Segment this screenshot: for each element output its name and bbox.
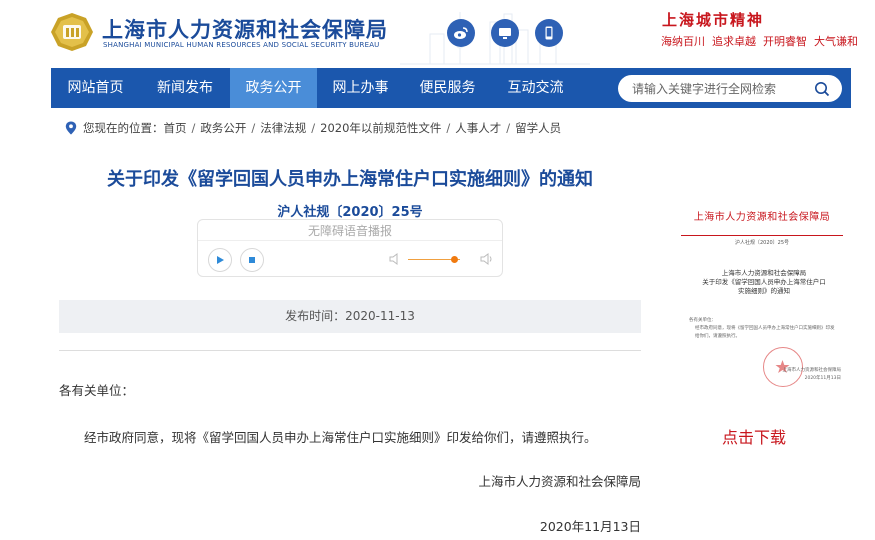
weibo-icon (454, 27, 468, 39)
spirit-phrase: 大气谦和 (814, 35, 858, 48)
nav-item-home[interactable]: 网站首页 (51, 68, 140, 108)
document-thumbnail[interactable]: 上海市人力资源和社会保障局 沪人社规〔2020〕25号 上海市人力资源和社会保障… (681, 197, 843, 415)
spirit-phrase: 开明睿智 (763, 35, 807, 48)
mobile-icon (545, 26, 553, 40)
main-nav: 网站首页 新闻发布 政务公开 网上办事 便民服务 互动交流 (51, 68, 851, 108)
thumbnail-red-line (681, 235, 843, 236)
audio-divider (198, 240, 502, 241)
search-icon[interactable] (814, 81, 830, 97)
city-spirit-phrases: 海纳百川 追求卓越 开明睿智 大气谦和 (661, 33, 865, 49)
audio-player: 无障碍语音播报 (197, 219, 503, 277)
volume-high-icon[interactable] (480, 252, 494, 266)
thumbnail-title: 上海市人力资源和社会保障局 关于印发《留学回国人员申办上海常住户口 实施细则》的… (699, 269, 829, 296)
desktop-icon (499, 28, 511, 39)
nav-item-online-services[interactable]: 网上办事 (317, 68, 404, 108)
article-title: 关于印发《留学回国人员申办上海常住户口实施细则》的通知 (107, 169, 593, 190)
audio-player-label: 无障碍语音播报 (307, 224, 392, 238)
nav-item-interaction[interactable]: 互动交流 (491, 68, 580, 108)
stop-button[interactable] (240, 248, 264, 272)
site-header: 上海市人力资源和社会保障局 SHANGHAI MUNICIPAL HUMAN R… (0, 0, 875, 68)
mobile-button[interactable] (535, 19, 563, 47)
salutation: 各有关单位： (59, 383, 135, 398)
bureau-emblem-icon[interactable] (50, 12, 94, 52)
spirit-phrase: 追求卓越 (712, 35, 756, 48)
site-title-en: SHANGHAI MUNICIPAL HUMAN RESOURCES AND S… (103, 41, 380, 49)
nav-item-news[interactable]: 新闻发布 (140, 68, 230, 108)
divider (59, 350, 641, 351)
play-button[interactable] (208, 248, 232, 272)
desktop-button[interactable] (491, 19, 519, 47)
thumbnail-letterhead: 上海市人力资源和社会保障局 (693, 212, 831, 223)
signature: 上海市人力资源和社会保障局 (478, 474, 641, 489)
thumbnail-body: 经市政府同意，现将《留学回国人员申办上海常住户口实施细则》印发给你们，请遵照执行… (695, 326, 835, 339)
spirit-phrase: 海纳百川 (661, 35, 705, 48)
breadcrumb-link[interactable]: 2020年以前规范性文件 (320, 120, 441, 136)
nav-item-public-services[interactable]: 便民服务 (404, 68, 491, 108)
breadcrumb-separator: / (446, 121, 451, 135)
thumbnail-signature-date: 2020年11月13日 (804, 376, 841, 381)
breadcrumb-separator: / (311, 121, 316, 135)
breadcrumb-prefix: 您现在的位置： (83, 121, 164, 135)
search-box (618, 75, 842, 102)
breadcrumb-link[interactable]: 法律法规 (260, 120, 306, 136)
play-icon (217, 256, 224, 264)
volume-low-icon[interactable] (388, 252, 402, 266)
thumbnail-signature: 上海市人力资源和社会保障局 2020年11月13日 (751, 367, 842, 383)
stop-icon (249, 257, 255, 263)
breadcrumb-link[interactable]: 留学人员 (515, 120, 561, 136)
publish-time: 发布时间：2020-11-13 (59, 300, 641, 333)
search-input[interactable] (618, 75, 808, 102)
thumbnail-title-line: 上海市人力资源和社会保障局 (721, 269, 807, 277)
breadcrumb-separator: / (506, 121, 511, 135)
signature-date: 2020年11月13日 (539, 519, 641, 534)
thumbnail-signature-org: 上海市人力资源和社会保障局 (782, 368, 842, 373)
weibo-button[interactable] (447, 19, 475, 47)
volume-slider-handle[interactable] (451, 256, 459, 263)
breadcrumb: 您现在的位置： 首页 / 政务公开 / 法律法规 / 2020年以前规范性文件 … (65, 120, 561, 136)
breadcrumb-separator: / (251, 121, 256, 135)
article-body: 经市政府同意，现将《留学回国人员申办上海常住户口实施细则》印发给你们，请遵照执行… (84, 430, 597, 445)
thumbnail-title-line: 实施细则》的通知 (738, 287, 790, 295)
location-pin-icon (65, 121, 77, 135)
city-spirit-title: 上海城市精神 (662, 11, 765, 29)
document-number: 沪人社规〔2020〕25号 (277, 205, 423, 220)
thumbnail-title-line: 关于印发《留学回国人员申办上海常住户口 (702, 278, 826, 286)
thumbnail-doc-number: 沪人社规〔2020〕25号 (734, 240, 790, 246)
nav-item-gov-affairs[interactable]: 政务公开 (230, 68, 317, 108)
breadcrumb-link[interactable]: 政务公开 (200, 120, 246, 136)
site-title[interactable]: 上海市人力资源和社会保障局 (102, 14, 388, 44)
breadcrumb-separator: / (191, 121, 196, 135)
thumbnail-salutation: 各有关单位： (689, 318, 716, 323)
breadcrumb-link[interactable]: 首页 (164, 120, 187, 136)
breadcrumb-link[interactable]: 人事人才 (455, 120, 501, 136)
thumbnail-text: 各有关单位： 经市政府同意，现将《留学回国人员申办上海常住户口实施细则》印发给你… (689, 317, 837, 341)
download-link[interactable]: 点击下载 (681, 424, 827, 448)
